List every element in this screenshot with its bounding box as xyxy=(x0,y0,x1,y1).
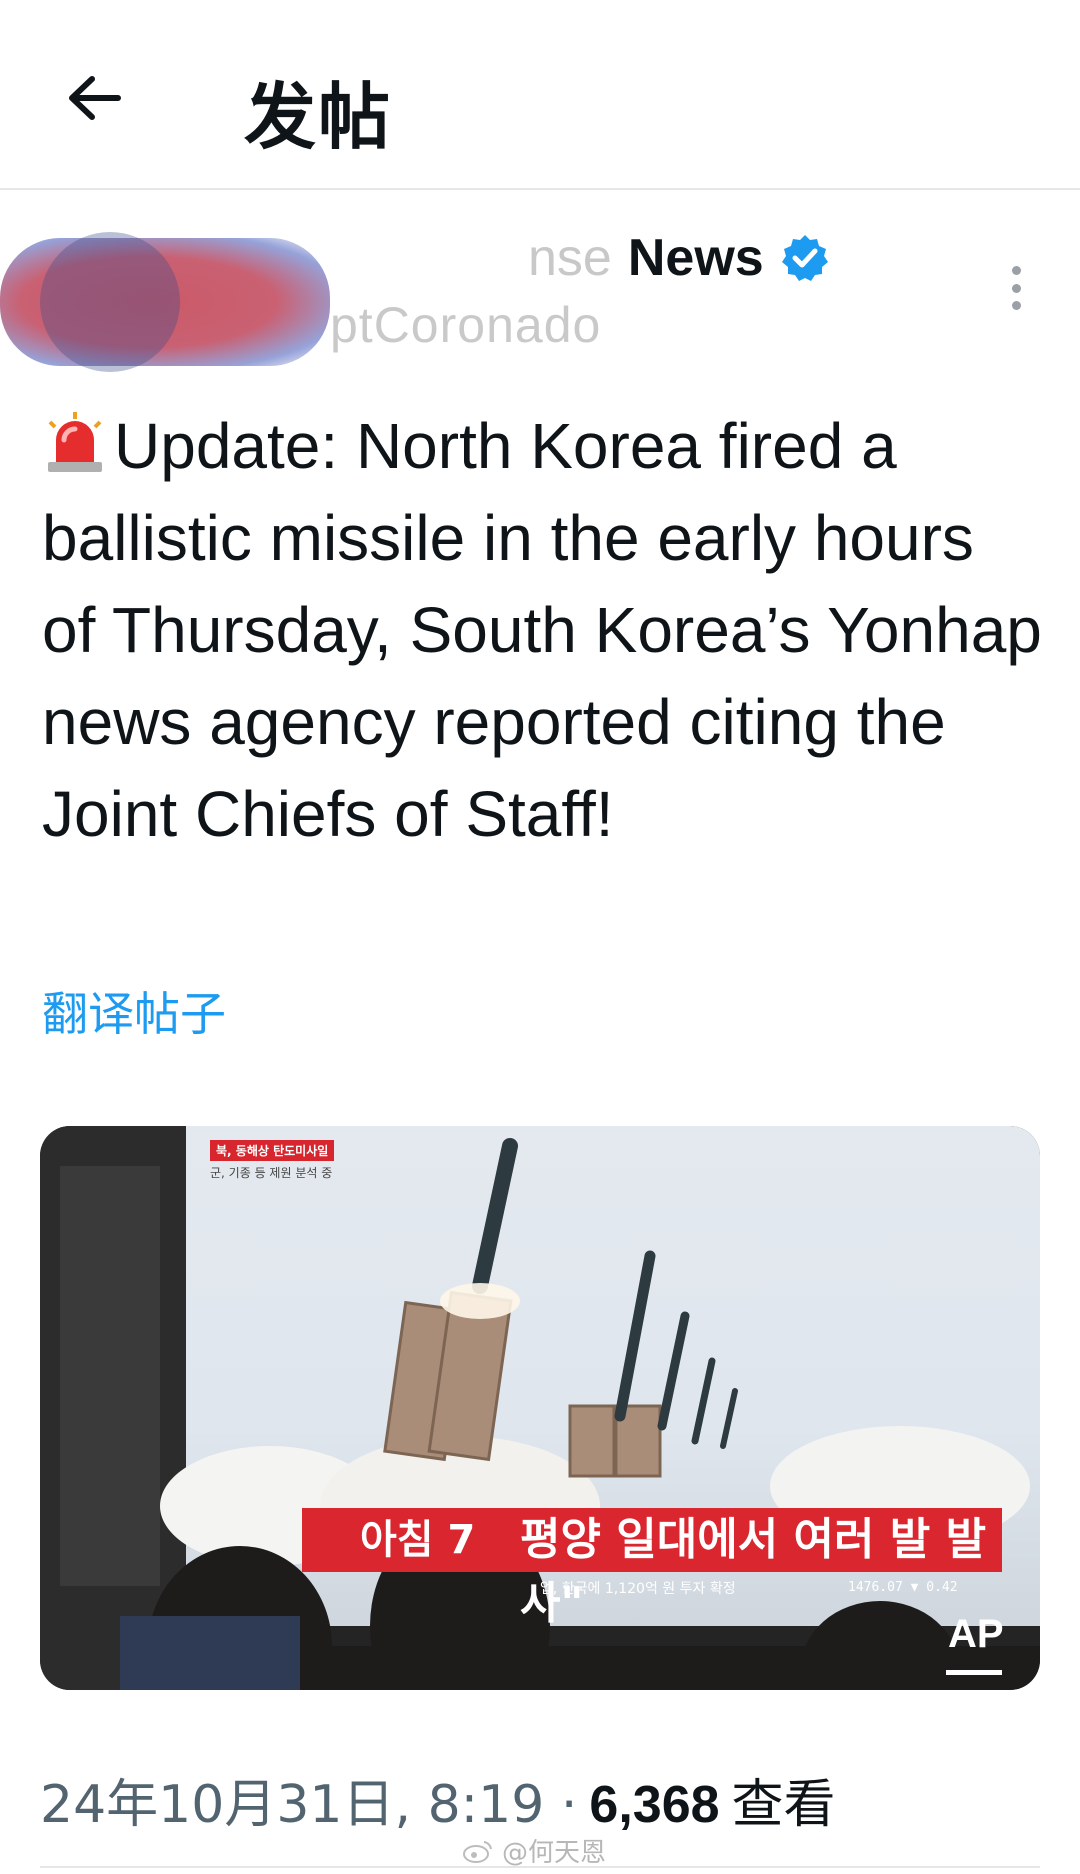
post-text: Update: North Korea fired a ballistic mi… xyxy=(42,410,1042,850)
news-ticker-sub: 업, 한국에 1,120억 원 투자 확정 xyxy=(540,1581,736,1597)
police-siren-icon xyxy=(48,412,102,472)
more-options-button[interactable] xyxy=(996,258,1036,318)
views-count: 6,368 xyxy=(589,1776,720,1834)
watermark-text: @何天恩 xyxy=(502,1838,607,1868)
back-button[interactable] xyxy=(58,68,130,128)
divider xyxy=(40,1866,1040,1868)
post-detail-screen: 发帖 nse News ptCoronado Update: North Kor… xyxy=(0,0,1080,1874)
user-handle: ptCoronado xyxy=(330,297,602,353)
tv-caption-top: 북, 동해상 탄도미사일 xyxy=(210,1140,335,1161)
more-dot-icon xyxy=(1011,266,1021,275)
arrow-left-icon xyxy=(69,76,121,120)
more-dot-icon xyxy=(1011,283,1021,293)
post-meta: 24年10月31日, 8:19 · 6,368 查看 xyxy=(40,1762,836,1837)
views-label: 查看 xyxy=(731,1775,836,1835)
tv-caption-sub: 군, 기종 등 제원 분석 중 xyxy=(210,1166,333,1180)
weibo-watermark: @何天恩 xyxy=(462,1832,606,1869)
news-ticker-left: 아침 7 xyxy=(352,1508,484,1572)
ap-logo: AP xyxy=(948,1612,1004,1656)
post-timestamp[interactable]: 24年10月31日, 8:19 · xyxy=(40,1762,577,1837)
ap-logo-underline xyxy=(946,1670,1002,1675)
verified-badge-icon xyxy=(781,235,828,281)
translate-post-link[interactable]: 翻译帖子 xyxy=(42,978,226,1044)
avatar[interactable] xyxy=(40,232,180,372)
weibo-icon xyxy=(463,1840,492,1863)
display-name-faded: nse xyxy=(528,229,612,287)
top-bar: 发帖 xyxy=(0,0,1080,190)
post-image[interactable]: 북, 동해상 탄도미사일 군, 기종 등 제원 분석 중 평양 일대에서 여러 … xyxy=(40,1126,1040,1690)
exchange-rate-readout: 1476.07 ▼ 0.42 xyxy=(848,1580,958,1595)
more-dot-icon xyxy=(1011,301,1021,310)
post-body: Update: North Korea fired a ballistic mi… xyxy=(42,400,1042,860)
display-name[interactable]: nse News xyxy=(528,228,830,288)
page-title: 发帖 xyxy=(244,75,393,159)
display-name-text: News xyxy=(627,229,764,287)
